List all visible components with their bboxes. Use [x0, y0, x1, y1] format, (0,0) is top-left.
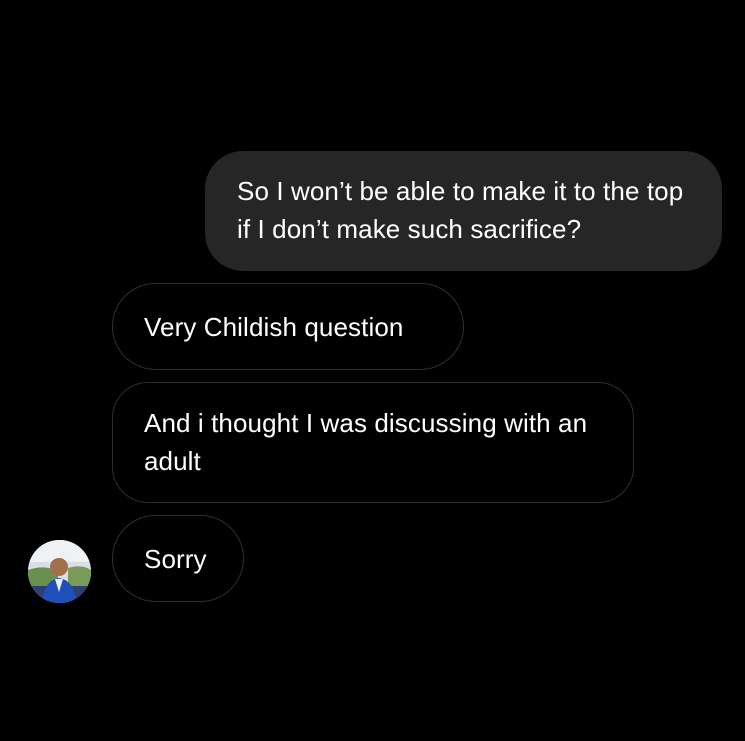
contact-avatar[interactable] [28, 540, 91, 603]
received-message-bubble[interactable]: Sorry [112, 515, 244, 602]
message-text: Very Childish question [144, 312, 404, 342]
received-message-bubble[interactable]: And i thought I was discussing with an a… [112, 382, 634, 503]
received-message-bubble[interactable]: Very Childish question [112, 283, 464, 370]
message-text: Sorry [144, 544, 207, 574]
message-text: So I won’t be able to make it to the top… [237, 176, 684, 244]
avatar-photo-icon [28, 540, 91, 603]
message-text: And i thought I was discussing with an a… [144, 408, 588, 476]
message-thread: So I won’t be able to make it to the top… [0, 0, 745, 741]
sent-message-bubble[interactable]: So I won’t be able to make it to the top… [205, 151, 722, 271]
